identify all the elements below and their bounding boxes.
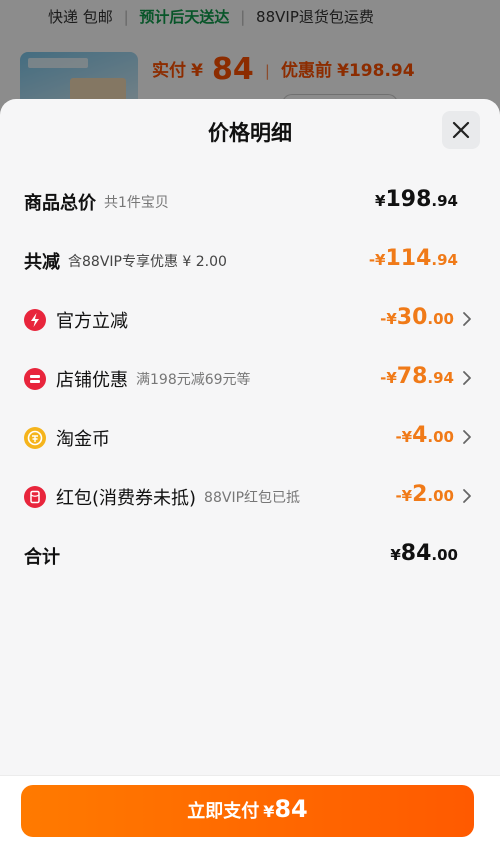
total-price-row: 商品总价 共1件宝贝 ¥198.94 [0,181,500,221]
sum-row: 合计 ¥84.00 [0,535,500,575]
shop-coupon-icon [24,368,46,390]
discount-amount: -¥4.00 [395,423,454,448]
close-button[interactable] [442,111,480,149]
discount-label: 淘金币 [56,429,110,450]
pay-button-amount: 84 [274,795,308,823]
discount-row-coins[interactable]: 淘金币 -¥4.00 [0,417,500,457]
pay-now-button[interactable]: 立即支付 ¥84 [21,785,474,837]
red-packet-icon [24,486,46,508]
gold-coin-icon [24,427,46,449]
discount-note: 88VIP红包已抵 [204,490,301,506]
close-icon [452,121,470,139]
discount-amount: -¥30.00 [380,305,454,330]
discount-label: 官方立减 [56,311,128,332]
discount-row-red-packet[interactable]: 红包(消费券未抵) 88VIP红包已抵 -¥2.00 [0,476,500,516]
chevron-right-icon [463,430,471,444]
sum-label: 合计 [24,547,60,568]
total-discount-note: 含88VIP专享优惠 ¥ 2.00 [68,254,227,270]
total-price-label: 商品总价 [24,193,96,214]
chevron-right-icon [463,312,471,326]
pay-button-currency: ¥ [263,802,275,821]
lightning-icon [24,309,46,331]
discount-amount: -¥78.94 [380,364,454,389]
total-price-note: 共1件宝贝 [104,195,169,211]
total-discount-row: 共减 含88VIP专享优惠 ¥ 2.00 -¥114.94 [0,240,500,280]
chevron-right-icon [463,371,471,385]
discount-label: 红包(消费券未抵) [56,488,197,509]
total-discount-amount: -¥114.94 [368,246,458,271]
price-detail-sheet: 价格明细 商品总价 共1件宝贝 ¥198.94 共减 含88VIP专享优惠 ¥ … [0,99,500,850]
total-discount-label: 共减 [24,252,60,273]
discount-row-shop[interactable]: 店铺优惠 满198元减69元等 -¥78.94 [0,358,500,398]
chevron-right-icon [463,489,471,503]
discount-label: 店铺优惠 [56,370,128,391]
sum-amount: ¥84.00 [390,541,458,566]
pay-button-label: 立即支付 [187,801,260,822]
sheet-title: 价格明细 [208,121,292,145]
discount-amount: -¥2.00 [395,482,454,507]
total-price-amount: ¥198.94 [375,187,458,212]
discount-row-official[interactable]: 官方立减 -¥30.00 [0,299,500,339]
pay-bar: 立即支付 ¥84 [0,775,500,850]
discount-note: 满198元减69元等 [136,372,251,388]
